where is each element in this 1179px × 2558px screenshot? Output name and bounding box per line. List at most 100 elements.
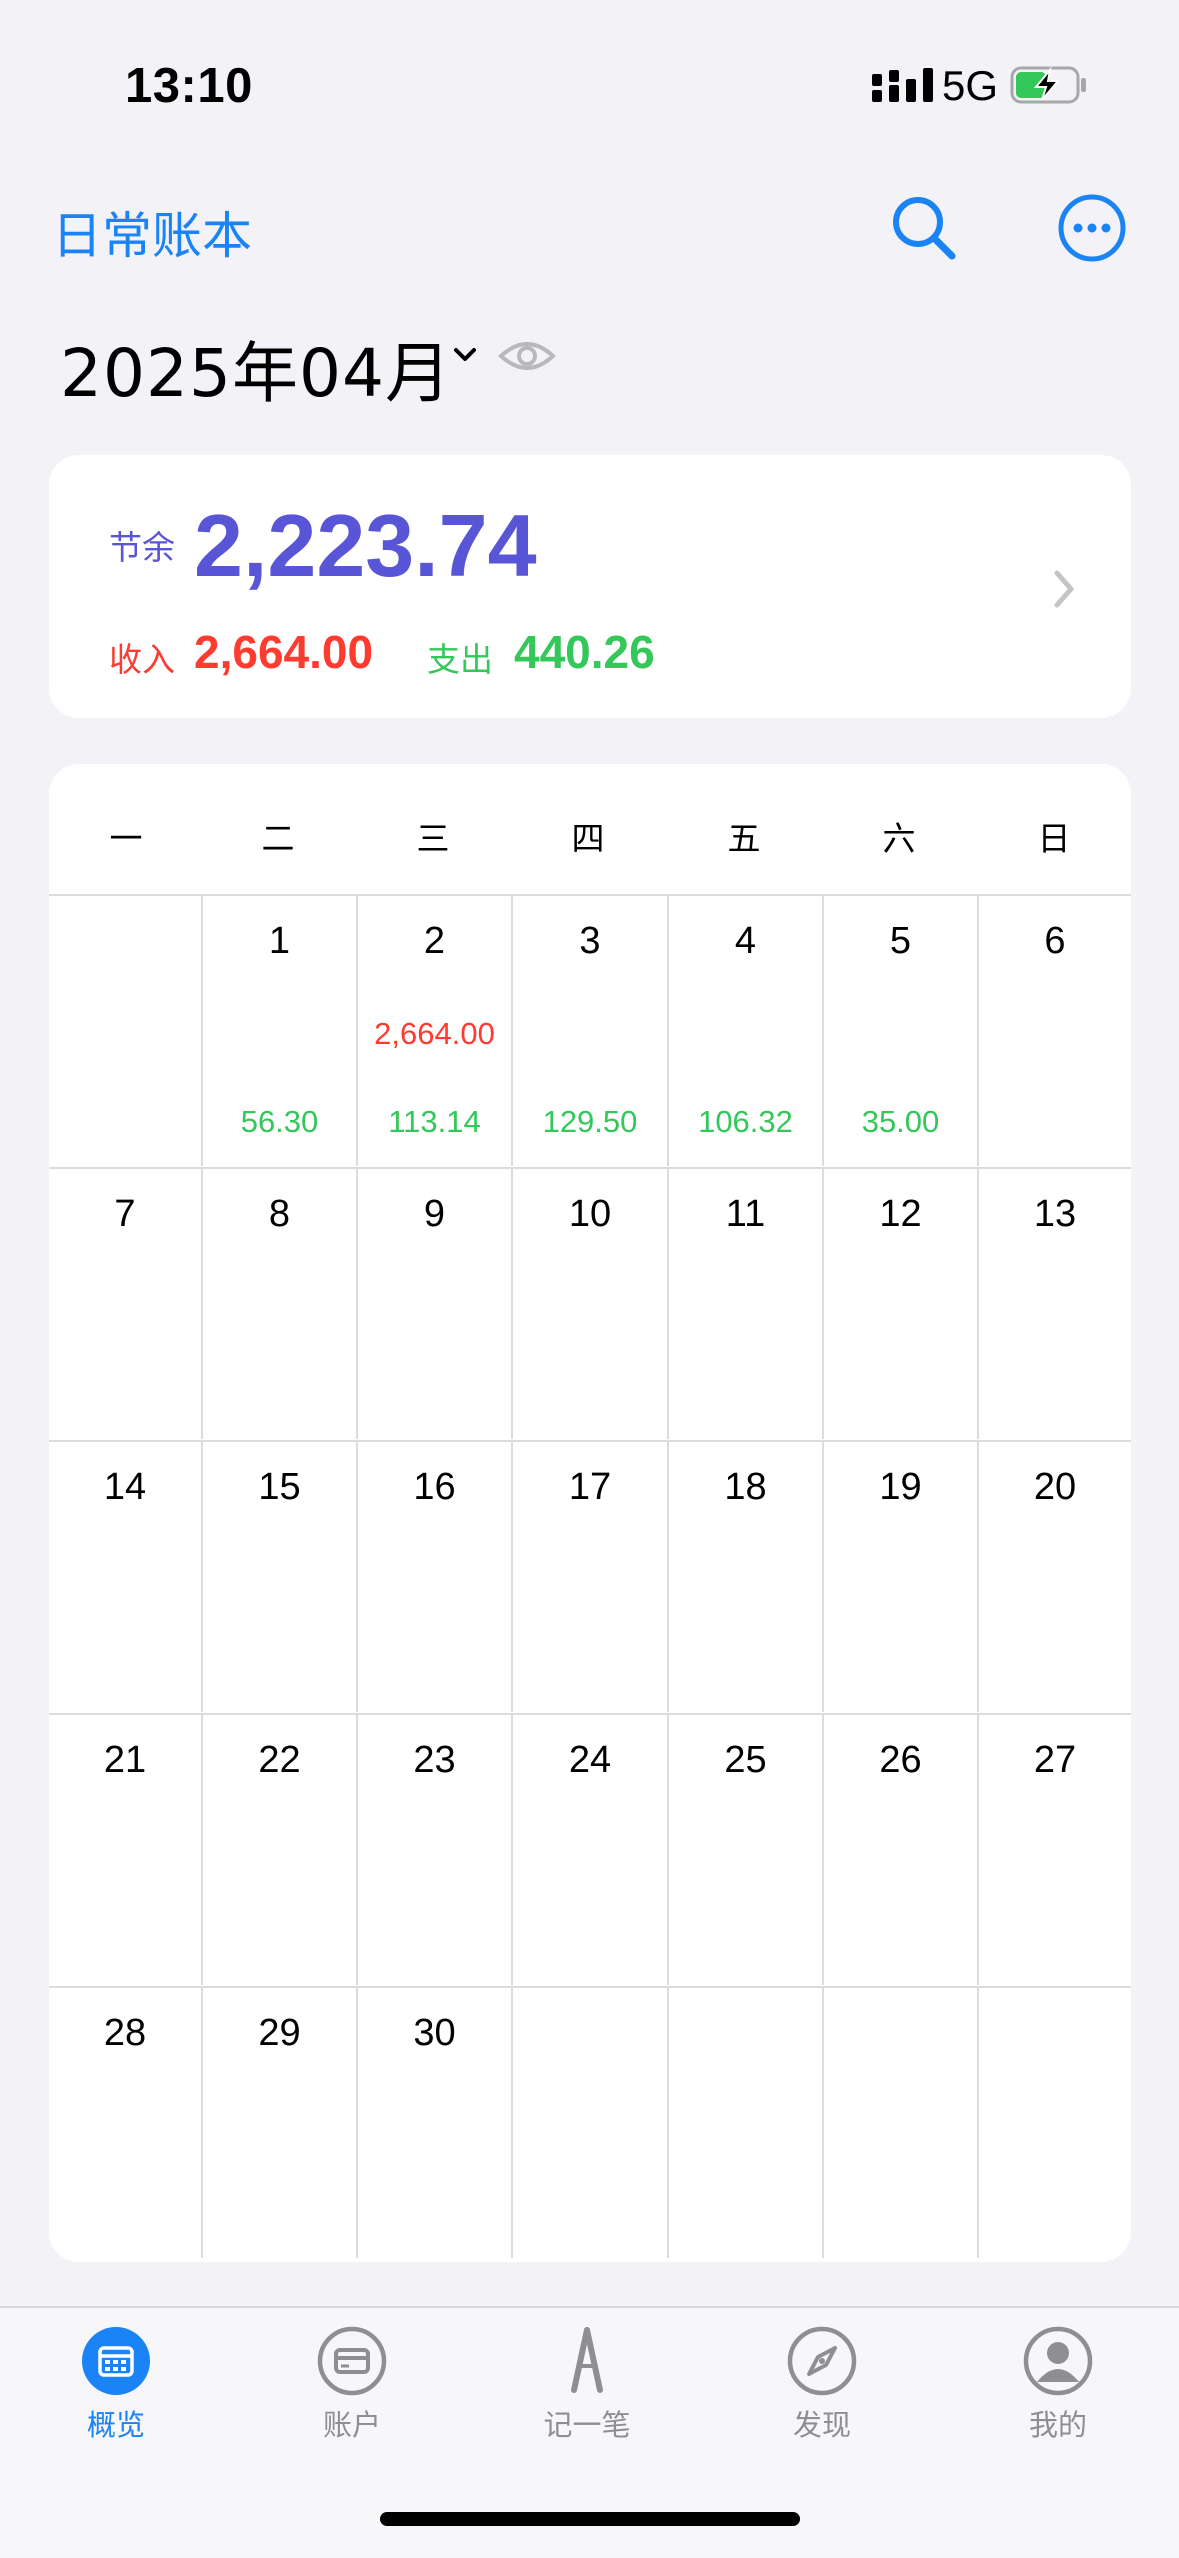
tab-profile[interactable]: 我的	[958, 2326, 1158, 2444]
network-type: 5G	[942, 62, 999, 109]
calendar-day-cell[interactable]: 4 106.32	[667, 894, 822, 1166]
calendar-day-cell[interactable]: 27	[977, 1713, 1131, 1985]
more-options-icon[interactable]	[1057, 193, 1127, 263]
day-number: 29	[258, 2012, 301, 2054]
calendar-icon	[81, 2326, 151, 2396]
weekday-header: 五	[727, 819, 761, 858]
calendar-day-cell[interactable]: 1 56.30	[201, 894, 356, 1166]
calendar-day-cell[interactable]: 14	[49, 1440, 201, 1712]
day-number: 5	[889, 920, 912, 962]
calendar-day-cell[interactable]: 30	[356, 1986, 511, 2258]
day-number: 20	[1033, 1466, 1077, 1508]
card-icon	[317, 2326, 387, 2396]
day-number: 17	[568, 1466, 612, 1508]
tab-calendar[interactable]: 概览	[16, 2326, 216, 2444]
calendar-day-cell[interactable]: 21	[49, 1713, 201, 1985]
weekday-header: 四	[571, 819, 605, 858]
calendar-empty-cell	[511, 1986, 667, 2258]
calendar-day-cell[interactable]: 24	[511, 1713, 667, 1985]
day-number: 7	[114, 1193, 136, 1235]
calendar-day-cell[interactable]: 3 129.50	[511, 894, 667, 1166]
day-number: 28	[103, 2012, 147, 2054]
day-number: 16	[413, 1466, 456, 1508]
calendar-day-cell[interactable]: 23	[356, 1713, 511, 1985]
balance-value: 2,223.74	[194, 496, 537, 595]
calendar-day-cell[interactable]: 16	[356, 1440, 511, 1712]
calendar-day-cell[interactable]: 12	[822, 1167, 977, 1439]
month-selector[interactable]: 2025年04月	[60, 320, 452, 416]
expense-value: 440.26	[514, 626, 655, 678]
day-number: 4	[734, 920, 757, 962]
summary-card[interactable]: 节余 2,223.74 收入 2,664.00 支出 440.26	[49, 455, 1131, 718]
weekday-header: 一	[109, 819, 143, 858]
tab-pen[interactable]: 记一笔	[487, 2326, 687, 2444]
tab-label: 概览	[86, 2408, 145, 2442]
day-number: 18	[724, 1466, 767, 1508]
balance-label: 节余	[109, 528, 175, 567]
day-number: 26	[879, 1739, 922, 1781]
calendar-empty-cell	[822, 1986, 977, 2258]
weekday-header: 二	[261, 819, 295, 858]
calendar-day-cell[interactable]: 22	[201, 1713, 356, 1985]
calendar-day-cell[interactable]: 15	[201, 1440, 356, 1712]
calendar-day-cell[interactable]: 18	[667, 1440, 822, 1712]
day-number: 14	[103, 1466, 147, 1508]
day-number: 10	[568, 1193, 612, 1235]
day-number: 8	[268, 1193, 291, 1235]
day-number: 21	[103, 1739, 147, 1781]
calendar-day-cell[interactable]: 5 35.00	[822, 894, 977, 1166]
search-icon[interactable]	[888, 192, 958, 262]
day-number: 15	[258, 1466, 301, 1508]
tab-label: 记一笔	[543, 2408, 631, 2442]
day-number: 24	[568, 1739, 612, 1781]
calendar-day-cell[interactable]: 25	[667, 1713, 822, 1985]
day-number: 1	[268, 920, 291, 962]
calendar-day-cell[interactable]: 29	[201, 1986, 356, 2258]
profile-icon	[1023, 2326, 1093, 2396]
day-number: 12	[879, 1193, 922, 1235]
day-number: 9	[423, 1193, 446, 1235]
calendar-day-cell[interactable]: 9	[356, 1167, 511, 1439]
tab-label: 账户	[322, 2408, 381, 2442]
day-expense: 56.30	[240, 1104, 319, 1139]
ledger-title[interactable]: 日常账本	[52, 196, 252, 268]
calendar-day-cell[interactable]: 19	[822, 1440, 977, 1712]
expense-label: 支出	[427, 640, 493, 679]
pen-icon	[552, 2326, 622, 2396]
calendar-empty-cell	[667, 1986, 822, 2258]
calendar-day-cell[interactable]: 10	[511, 1167, 667, 1439]
day-number: 3	[579, 920, 601, 962]
calendar-day-cell[interactable]: 20	[977, 1440, 1131, 1712]
chevron-right-icon[interactable]	[1051, 567, 1079, 611]
income-label: 收入	[109, 640, 175, 679]
weekday-header: 三	[416, 819, 450, 858]
day-number: 2	[423, 920, 446, 962]
calendar-day-cell[interactable]: 28	[49, 1986, 201, 2258]
tab-label: 我的	[1028, 2408, 1087, 2442]
calendar-day-cell[interactable]: 6	[977, 894, 1131, 1166]
tab-card[interactable]: 账户	[252, 2326, 452, 2444]
calendar-day-cell[interactable]: 2 2,664.00 113.14	[356, 894, 511, 1166]
tab-label: 发现	[792, 2408, 851, 2442]
day-expense: 129.50	[542, 1104, 638, 1139]
day-number: 27	[1033, 1739, 1077, 1781]
day-income: 2,664.00	[374, 1016, 495, 1051]
calendar-day-cell[interactable]: 8	[201, 1167, 356, 1439]
day-number: 6	[1044, 920, 1066, 962]
calendar-day-cell[interactable]: 26	[822, 1713, 977, 1985]
calendar-day-cell[interactable]: 17	[511, 1440, 667, 1712]
eye-icon[interactable]	[498, 336, 556, 376]
status-time: 13:10	[125, 59, 253, 113]
day-number: 19	[879, 1466, 922, 1508]
home-indicator	[380, 2512, 800, 2526]
calendar-grid: 一二三四五六日 1 56.30 2 2,664.00 113.14 3 129.50 4 106.…	[49, 764, 1131, 2262]
tab-compass[interactable]: 发现	[722, 2326, 922, 2444]
day-expense: 35.00	[861, 1104, 940, 1139]
day-expense: 113.14	[388, 1104, 481, 1139]
income-value: 2,664.00	[194, 626, 374, 678]
chevron-down-icon[interactable]	[452, 346, 478, 364]
day-number: 13	[1033, 1193, 1077, 1235]
calendar-day-cell[interactable]: 11	[667, 1167, 822, 1439]
calendar-day-cell[interactable]: 7	[49, 1167, 201, 1439]
calendar-day-cell[interactable]: 13	[977, 1167, 1131, 1439]
